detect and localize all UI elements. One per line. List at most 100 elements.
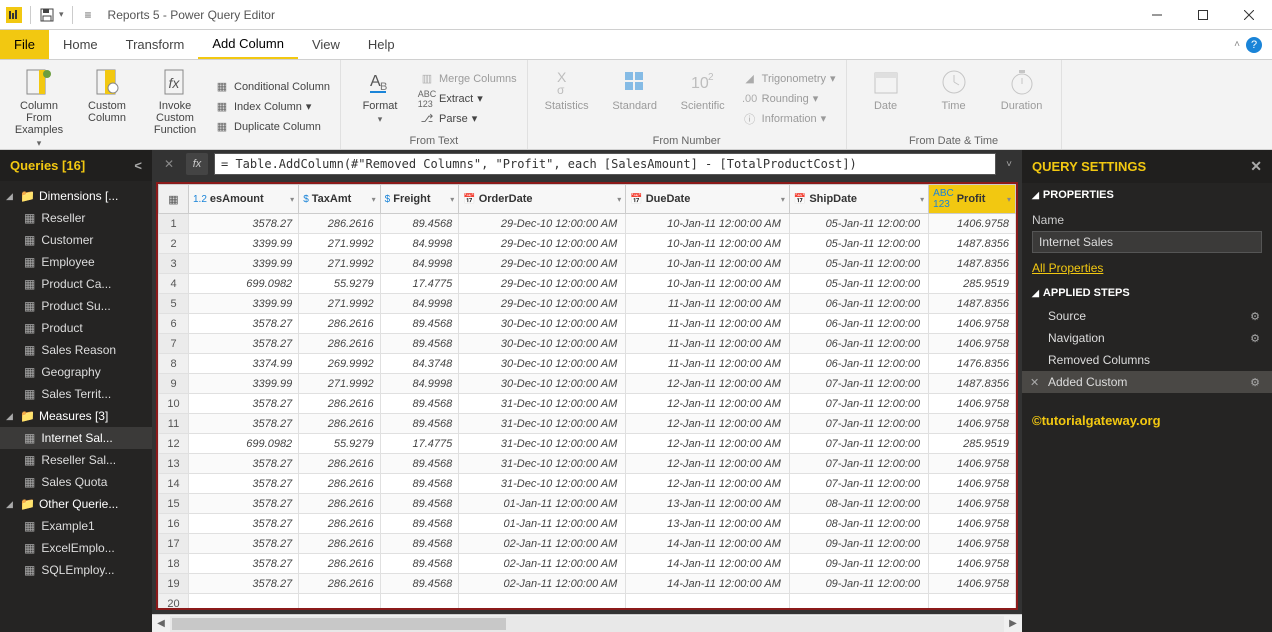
table-row[interactable]: 183578.27286.261689.456802-Jan-11 12:00:… (159, 554, 1016, 574)
query-item[interactable]: ▦Example1 (0, 515, 152, 537)
table-row[interactable]: 93399.99271.999284.999830-Dec-10 12:00:0… (159, 374, 1016, 394)
table-row[interactable]: 4699.098255.927917.477529-Dec-10 12:00:0… (159, 274, 1016, 294)
statistics-button: Χσ Statistics (536, 64, 598, 133)
query-item[interactable]: ▦Sales Reason (0, 339, 152, 361)
column-header[interactable]: $TaxAmt▾ (299, 185, 380, 214)
duplicate-column-button[interactable]: ▦Duplicate Column (212, 118, 332, 136)
svg-text:10: 10 (691, 75, 709, 92)
applied-steps-title[interactable]: ◢APPLIED STEPS (1022, 281, 1272, 305)
table-row[interactable]: 23399.99271.999284.999829-Dec-10 12:00:0… (159, 234, 1016, 254)
table-row[interactable]: 143578.27286.261689.456831-Dec-10 12:00:… (159, 474, 1016, 494)
time-icon (938, 66, 970, 98)
format-button[interactable]: AB Format ▾ (349, 64, 411, 133)
tab-transform[interactable]: Transform (112, 30, 199, 59)
tab-view[interactable]: View (298, 30, 354, 59)
query-item[interactable]: ▦Employee (0, 251, 152, 273)
column-header[interactable]: 📅DueDate▾ (626, 185, 790, 214)
query-item[interactable]: ▦Reseller (0, 207, 152, 229)
table-row[interactable]: 33399.99271.999284.999829-Dec-10 12:00:0… (159, 254, 1016, 274)
formula-bar: ✕ fx = Table.AddColumn(#"Removed Columns… (152, 150, 1022, 178)
query-item[interactable]: ▦Internet Sal... (0, 427, 152, 449)
help-icon[interactable]: ? (1246, 37, 1262, 53)
index-icon: ▦ (214, 99, 230, 115)
queries-title[interactable]: Queries [16] < (0, 150, 152, 181)
query-item[interactable]: ▦ExcelEmplo... (0, 537, 152, 559)
table-row[interactable]: 103578.27286.261689.456831-Dec-10 12:00:… (159, 394, 1016, 414)
query-item[interactable]: ▦Product Su... (0, 295, 152, 317)
query-item[interactable]: ▦Geography (0, 361, 152, 383)
ribbon-group-from-number: Χσ Statistics Standard 102 Scientific ◢T… (528, 60, 847, 149)
column-header[interactable]: ABC123Profit▾ (929, 185, 1016, 214)
query-item[interactable]: ▦Reseller Sal... (0, 449, 152, 471)
table-row[interactable]: 20 (159, 594, 1016, 611)
column-header[interactable]: 1.2esAmount▾ (189, 185, 299, 214)
table-row[interactable]: 193578.27286.261689.456802-Jan-11 12:00:… (159, 574, 1016, 594)
gear-icon[interactable]: ⚙ (1250, 310, 1260, 323)
gear-icon[interactable]: ⚙ (1250, 376, 1260, 389)
table-row[interactable]: 73578.27286.261689.456830-Dec-10 12:00:0… (159, 334, 1016, 354)
close-settings-icon[interactable]: ✕ (1250, 158, 1262, 175)
invoke-function-icon: fx (159, 66, 191, 98)
minimize-button[interactable] (1134, 0, 1180, 30)
query-folder[interactable]: ◢📁Other Querie... (0, 493, 152, 515)
query-folder[interactable]: ◢📁Dimensions [... (0, 185, 152, 207)
close-button[interactable] (1226, 0, 1272, 30)
tab-add-column[interactable]: Add Column (198, 30, 298, 59)
tab-help[interactable]: Help (354, 30, 409, 59)
query-item[interactable]: ▦Product (0, 317, 152, 339)
tab-file[interactable]: File (0, 30, 49, 59)
table-row[interactable]: 53399.99271.999284.999829-Dec-10 12:00:0… (159, 294, 1016, 314)
save-icon[interactable] (39, 7, 55, 23)
conditional-column-button[interactable]: ▦Conditional Column (212, 78, 332, 96)
table-row[interactable]: 13578.27286.261689.456829-Dec-10 12:00:0… (159, 214, 1016, 234)
applied-step[interactable]: ✕Added Custom⚙ (1022, 371, 1272, 393)
gear-icon[interactable]: ⚙ (1250, 332, 1260, 345)
table-row[interactable]: 113578.27286.261689.456831-Dec-10 12:00:… (159, 414, 1016, 434)
query-item[interactable]: ▦Product Ca... (0, 273, 152, 295)
table-row[interactable]: 12699.098255.927917.477531-Dec-10 12:00:… (159, 434, 1016, 454)
query-item[interactable]: ▦Sales Territ... (0, 383, 152, 405)
all-properties-link[interactable]: All Properties (1032, 261, 1103, 275)
custom-column-button[interactable]: Custom Column (76, 64, 138, 149)
query-item[interactable]: ▦Sales Quota (0, 471, 152, 493)
applied-step[interactable]: Removed Columns (1022, 349, 1272, 371)
query-item[interactable]: ▦SQLEmploy... (0, 559, 152, 581)
parse-button[interactable]: ⎇Parse ▾ (417, 110, 519, 128)
center-area: ✕ fx = Table.AddColumn(#"Removed Columns… (152, 150, 1022, 632)
index-column-button[interactable]: ▦Index Column ▾ (212, 98, 332, 116)
parse-icon: ⎇ (419, 111, 435, 127)
rounding-button: .00Rounding ▾ (740, 90, 838, 108)
qat-dropdown-icon[interactable]: ▾ (59, 9, 64, 20)
column-header[interactable]: $Freight▾ (380, 185, 459, 214)
data-grid[interactable]: ▦1.2esAmount▾$TaxAmt▾$Freight▾📅OrderDate… (156, 182, 1018, 610)
group-label-from-text: From Text (349, 133, 519, 147)
table-row[interactable]: 63578.27286.261689.456830-Dec-10 12:00:0… (159, 314, 1016, 334)
applied-step[interactable]: Navigation⚙ (1022, 327, 1272, 349)
properties-section-title[interactable]: ◢PROPERTIES (1022, 183, 1272, 207)
horizontal-scrollbar[interactable]: ◀▶ (152, 614, 1022, 632)
query-name-input[interactable] (1032, 231, 1262, 253)
table-row[interactable]: 173578.27286.261689.456802-Jan-11 12:00:… (159, 534, 1016, 554)
query-item[interactable]: ▦Customer (0, 229, 152, 251)
query-folder[interactable]: ◢📁Measures [3] (0, 405, 152, 427)
tab-home[interactable]: Home (49, 30, 112, 59)
table-row[interactable]: 153578.27286.261689.456801-Jan-11 12:00:… (159, 494, 1016, 514)
table-row[interactable]: 133578.27286.261689.456831-Dec-10 12:00:… (159, 454, 1016, 474)
table-row[interactable]: 83374.99269.999284.374830-Dec-10 12:00:0… (159, 354, 1016, 374)
collapse-queries-icon[interactable]: < (134, 158, 142, 173)
queries-panel: Queries [16] < ◢📁Dimensions [...▦Reselle… (0, 150, 152, 632)
extract-button[interactable]: ABC123Extract ▾ (417, 90, 519, 108)
formula-expand-icon[interactable]: ˅ (1002, 159, 1016, 170)
formula-input[interactable]: = Table.AddColumn(#"Removed Columns", "P… (214, 153, 996, 175)
collapse-ribbon-icon[interactable]: ˄ (1234, 39, 1240, 50)
table-row[interactable]: 163578.27286.261689.456801-Jan-11 12:00:… (159, 514, 1016, 534)
maximize-button[interactable] (1180, 0, 1226, 30)
column-header[interactable]: 📅OrderDate▾ (459, 185, 626, 214)
qat-overflow-icon[interactable]: ≡ (81, 8, 96, 22)
applied-step[interactable]: Source⚙ (1022, 305, 1272, 327)
formula-cancel-icon[interactable]: ✕ (158, 153, 180, 175)
fx-icon[interactable]: fx (186, 153, 208, 175)
column-from-examples-button[interactable]: Column From Examples ▾ (8, 64, 70, 149)
invoke-custom-function-button[interactable]: fx Invoke Custom Function (144, 64, 206, 149)
column-header[interactable]: 📅ShipDate▾ (789, 185, 928, 214)
